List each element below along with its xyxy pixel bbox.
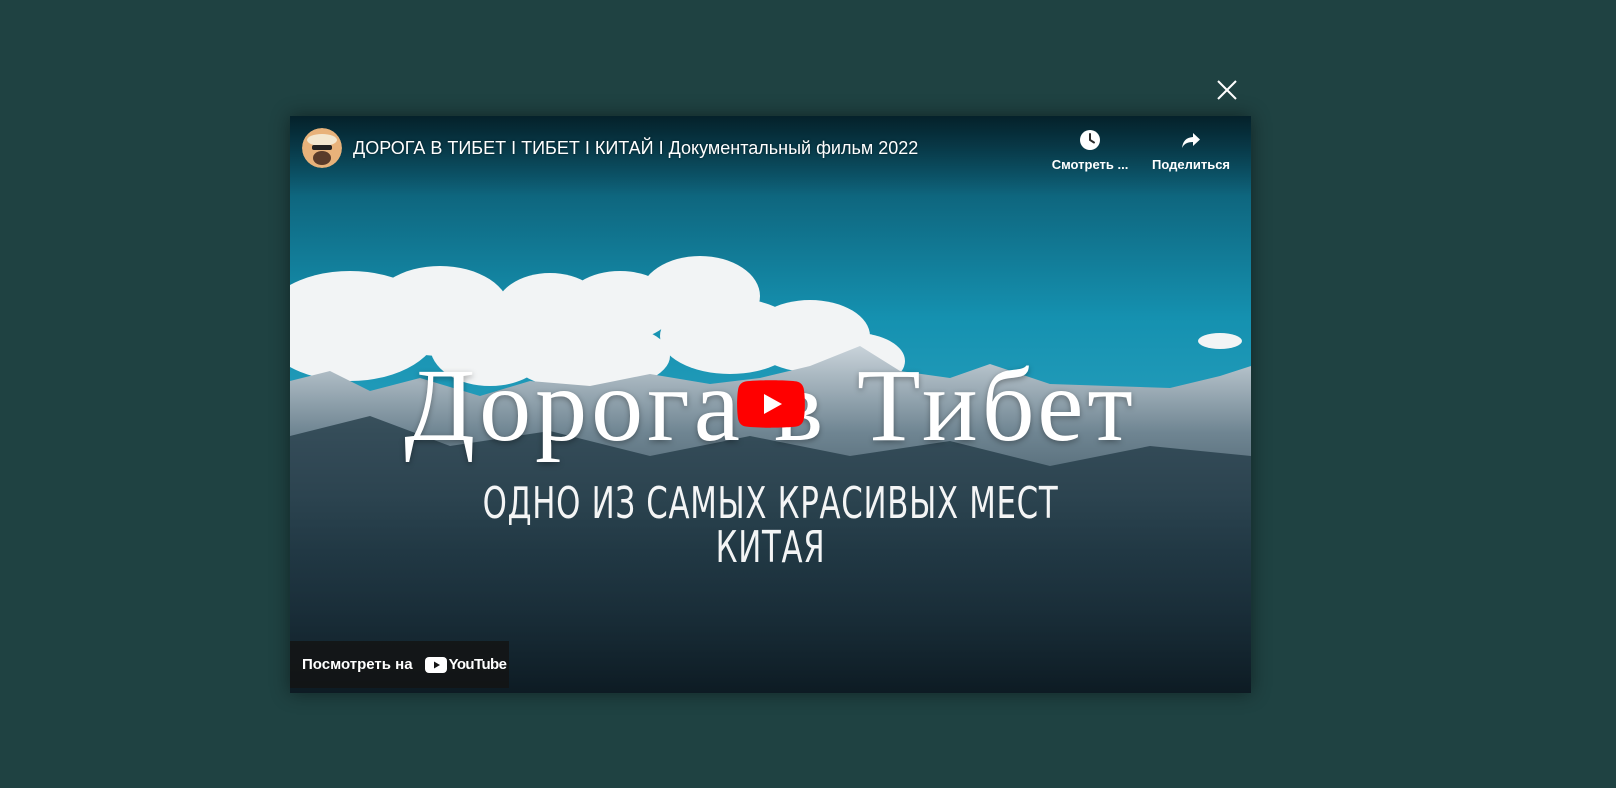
watch-on-youtube-button[interactable]: Посмотреть на YouTube bbox=[290, 641, 509, 688]
share-icon bbox=[1182, 133, 1200, 148]
youtube-wordmark: YouTube bbox=[448, 656, 507, 673]
thumbnail-subtitle: ОДНО ИЗ САМЫХ КРАСИВЫХ МЕСТ КИТАЯ bbox=[482, 478, 1059, 573]
youtube-logo: YouTube bbox=[424, 656, 507, 673]
watch-later-label: Смотреть ... bbox=[1051, 157, 1129, 172]
close-icon[interactable] bbox=[1215, 78, 1239, 102]
video-player[interactable]: ДОРОГА В ТИБЕТ І ТИБЕТ І КИТАЙ І Докумен… bbox=[290, 116, 1251, 693]
youtube-play-icon[interactable] bbox=[737, 380, 805, 428]
watch-later-button[interactable]: Смотреть ... bbox=[1042, 128, 1138, 172]
clock-icon bbox=[1080, 130, 1100, 150]
share-label: Поделиться bbox=[1151, 157, 1231, 172]
youtube-logo-icon bbox=[424, 656, 447, 673]
share-button[interactable]: Поделиться bbox=[1143, 128, 1239, 172]
video-title[interactable]: ДОРОГА В ТИБЕТ І ТИБЕТ І КИТАЙ І Докумен… bbox=[353, 138, 918, 159]
watch-on-label: Посмотреть на bbox=[302, 656, 413, 673]
avatar[interactable] bbox=[302, 128, 342, 168]
